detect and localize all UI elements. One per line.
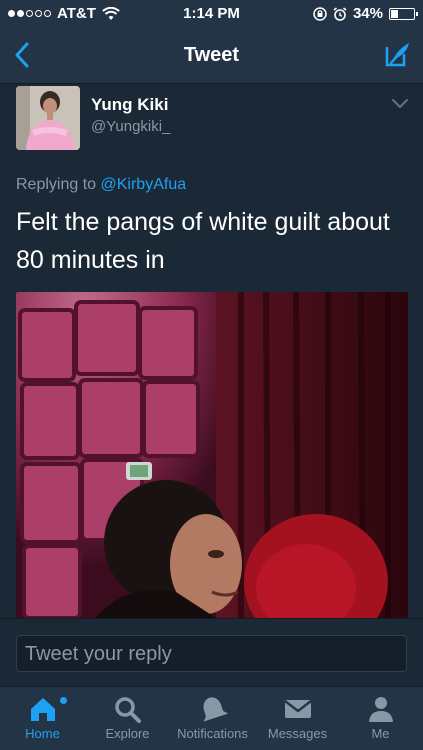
bell-icon [202,697,228,722]
compose-tweet-icon[interactable] [381,40,413,70]
author-name[interactable]: Yung Kiki [91,95,168,115]
tab-notifications[interactable]: Notifications [170,687,255,750]
tab-home[interactable]: Home [0,687,85,750]
tab-notifications-label: Notifications [177,726,248,741]
media-photo [16,292,408,618]
replying-to-line: Replying to @KirbyAfua [16,176,186,194]
status-right: 34% [313,5,418,22]
tab-home-label: Home [25,726,60,741]
replying-prefix: Replying to [16,176,97,193]
battery-percent: 34% [352,5,383,22]
tweet-text: Felt the pangs of white guilt about 80 m… [16,208,390,274]
new-content-dot [60,697,67,704]
status-bar: AT&T 1:14 PM 34% [0,0,423,28]
tab-me-label: Me [371,726,390,741]
navigation-bar: Tweet [0,28,423,84]
tab-me[interactable]: Me [338,687,423,750]
tab-explore[interactable]: Explore [85,687,170,750]
tab-bar: Home Explore Notifications Messages Me [0,686,423,750]
person-icon [368,697,393,722]
author-handle[interactable]: @Yungkiki_ [91,118,170,135]
reply-input[interactable]: Tweet your reply [16,635,407,672]
avatar-image [16,86,80,150]
reply-composer: Tweet your reply [0,618,423,686]
replying-mention-link[interactable]: @KirbyAfua [101,176,187,193]
tab-explore-label: Explore [105,726,150,741]
page-title: Tweet [183,44,240,66]
alarm-icon [333,6,347,21]
avatar[interactable] [16,86,80,150]
search-icon [114,697,141,723]
chevron-down-icon[interactable] [391,98,409,110]
battery-icon [389,7,418,20]
tab-messages-label: Messages [267,726,328,741]
tab-messages[interactable]: Messages [255,687,340,750]
tweet-media-image[interactable] [16,292,408,618]
home-icon [30,698,55,721]
rotation-lock-icon [313,6,327,21]
envelope-icon [283,700,312,718]
